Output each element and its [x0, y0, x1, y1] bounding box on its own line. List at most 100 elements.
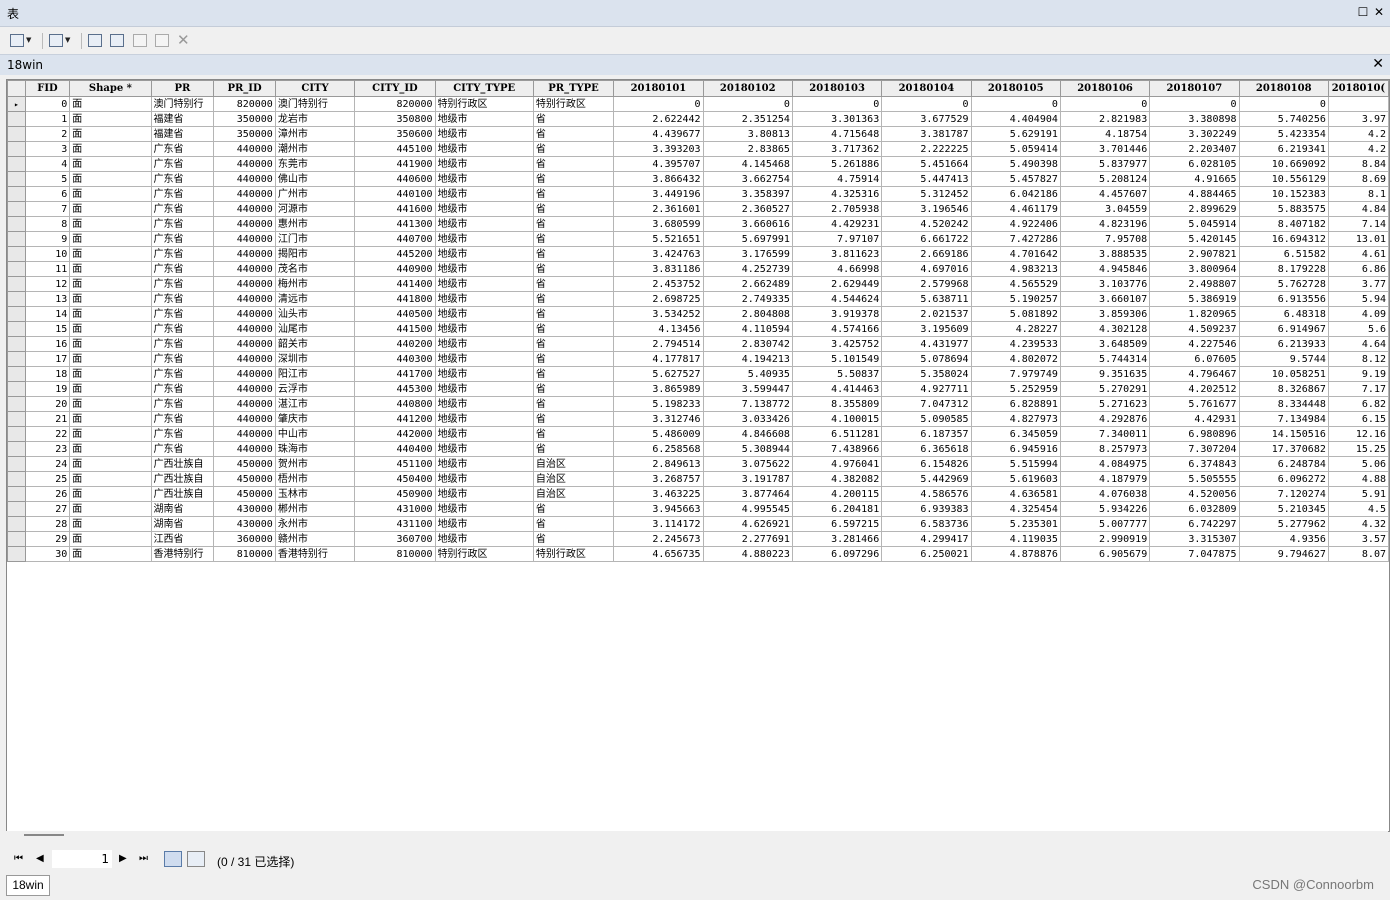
table-cell[interactable]: 440200	[354, 336, 436, 352]
table-cell[interactable]: 4.697016	[881, 261, 972, 277]
table-cell[interactable]: 3.191787	[702, 471, 793, 487]
table-cell[interactable]: 面	[69, 486, 152, 502]
table-cell[interactable]: 4.846608	[702, 426, 793, 442]
table-row[interactable]: 20 面广东省 440000 湛江市 440800 地级市省 5.198233 7.13877…	[7, 396, 1389, 412]
table-cell[interactable]: 地级市	[434, 156, 534, 172]
table-cell[interactable]: 地级市	[434, 306, 534, 322]
table-cell[interactable]: 5.081892	[970, 306, 1061, 322]
table-row[interactable]: 23 面广东省 440000 珠海市 440400 地级市省 6.258568 5.30894…	[7, 441, 1389, 457]
table-cell[interactable]: 3.463225	[613, 486, 704, 502]
table-cell[interactable]: 6.597215	[791, 516, 883, 532]
table-cell[interactable]: 4.827973	[970, 411, 1061, 427]
table-cell[interactable]: 6.248784	[1238, 456, 1329, 472]
table-cell[interactable]: 广东省	[150, 291, 215, 307]
table-cell[interactable]: 广东省	[150, 171, 215, 187]
table-cell[interactable]: 6.86	[1327, 261, 1389, 277]
table-row[interactable]: 26 面广西壮族自 450000 玉林市 450900 地级市 自治区 3.463225 3.8…	[7, 486, 1389, 502]
row-selector[interactable]	[7, 231, 26, 247]
table-cell[interactable]: 4.878876	[970, 546, 1061, 562]
table-row[interactable]: 22 面广东省 440000 中山市 442000 地级市省 5.486009 4.84660…	[7, 426, 1389, 442]
table-cell[interactable]: 特别行政区	[434, 546, 534, 562]
table-cell[interactable]: 云浮市	[274, 381, 356, 397]
table-cell[interactable]: 4.61	[1327, 246, 1389, 262]
table-cell[interactable]: 8.1	[1327, 186, 1389, 202]
table-cell[interactable]: 5.934226	[1059, 501, 1151, 517]
table-row[interactable]: 13 面广东省 440000 清远市 441800 地级市省 2.698725 2.74933…	[7, 291, 1389, 307]
row-selector[interactable]	[7, 171, 26, 187]
horizontal-scrollbar[interactable]	[6, 831, 1388, 843]
table-cell[interactable]: 0	[702, 96, 793, 112]
column-header[interactable]: PR_TYPE	[532, 80, 615, 97]
table-cell[interactable]: 潮州市	[274, 141, 356, 157]
table-cell[interactable]: 440000	[213, 201, 276, 217]
table-cell[interactable]: 贺州市	[274, 456, 356, 472]
table-cell[interactable]: 赣州市	[274, 531, 356, 547]
table-cell[interactable]: 16	[24, 336, 71, 352]
table-cell[interactable]: 特别行政区	[434, 96, 534, 112]
table-cell[interactable]: 湖南省	[150, 516, 215, 532]
table-cell[interactable]: 5.420145	[1149, 231, 1240, 247]
table-cell[interactable]: 地级市	[434, 141, 534, 157]
table-cell[interactable]: 4.429231	[791, 216, 883, 232]
table-cell[interactable]: 面	[69, 216, 152, 232]
table-cell[interactable]: 省	[532, 201, 615, 217]
table-cell[interactable]: 面	[69, 126, 152, 142]
table-cell[interactable]: 4.431977	[881, 336, 972, 352]
table-cell[interactable]: 5.451664	[881, 156, 972, 172]
table-cell[interactable]: 4.656735	[613, 546, 704, 562]
table-cell[interactable]: 8.407182	[1238, 216, 1329, 232]
next-record-button[interactable]: ▶	[119, 852, 127, 866]
table-cell[interactable]: 2.222225	[881, 141, 972, 157]
table-cell[interactable]: 11	[24, 261, 71, 277]
row-selector[interactable]	[7, 156, 26, 172]
table-cell[interactable]: 2.351254	[702, 111, 793, 127]
table-cell[interactable]: 5.045914	[1149, 216, 1240, 232]
table-cell[interactable]: 441200	[354, 411, 436, 427]
table-cell[interactable]: 440000	[213, 321, 276, 337]
table-cell[interactable]: 6.661722	[881, 231, 972, 247]
table-cell[interactable]: 8.12	[1327, 351, 1389, 367]
table-cell[interactable]: 23	[24, 441, 71, 457]
table-cell[interactable]: 6.219341	[1238, 141, 1329, 157]
table-cell[interactable]: 5.457827	[970, 171, 1061, 187]
table-cell[interactable]: 2.849613	[613, 456, 704, 472]
table-row[interactable]: 4 面广东省 440000 东莞市 441900 地级市省 4.395707 4.145468…	[7, 156, 1389, 172]
table-cell[interactable]: 广东省	[150, 321, 215, 337]
table-cell[interactable]: 地级市	[434, 336, 534, 352]
table-cell[interactable]: 22	[24, 426, 71, 442]
table-cell[interactable]: 广西壮族自	[150, 486, 215, 502]
table-cell[interactable]: 面	[69, 96, 152, 112]
table-cell[interactable]: 6.250021	[881, 546, 972, 562]
table-cell[interactable]: 地级市	[434, 471, 534, 487]
table-cell[interactable]: 面	[69, 186, 152, 202]
table-cell[interactable]: 4.823196	[1059, 216, 1151, 232]
table-cell[interactable]: 面	[69, 501, 152, 517]
row-selector[interactable]	[7, 291, 26, 307]
table-cell[interactable]: 8.69	[1327, 171, 1389, 187]
table-cell[interactable]: 441500	[354, 321, 436, 337]
table-cell[interactable]: 省	[532, 171, 615, 187]
table-cell[interactable]: 5.271623	[1059, 396, 1151, 412]
table-cell[interactable]: 3.859306	[1059, 306, 1151, 322]
table-cell[interactable]: 440000	[213, 441, 276, 457]
table-cell[interactable]: 5.490398	[970, 156, 1061, 172]
current-record-field[interactable]: 1	[52, 850, 112, 868]
table-cell[interactable]: 360000	[213, 531, 276, 547]
table-cell[interactable]: 6.213933	[1238, 336, 1329, 352]
table-cell[interactable]: 广东省	[150, 366, 215, 382]
table-cell[interactable]: 4.2	[1327, 126, 1389, 142]
table-cell[interactable]: 6.028105	[1149, 156, 1240, 172]
table-cell[interactable]: 441600	[354, 201, 436, 217]
table-cell[interactable]: 面	[69, 261, 152, 277]
table-cell[interactable]: 面	[69, 141, 152, 157]
table-cell[interactable]: 5.252959	[970, 381, 1061, 397]
table-cell[interactable]: 4.75914	[791, 171, 883, 187]
table-cell[interactable]: 440000	[213, 171, 276, 187]
table-row[interactable]: 21 面广东省 440000 肇庆市 441200 地级市省 3.312746 3.03342…	[7, 411, 1389, 427]
table-row[interactable]: 17 面广东省 440000 深圳市 440300 地级市省 4.177817 4.19421…	[7, 351, 1389, 367]
table-cell[interactable]: 3.302249	[1149, 126, 1240, 142]
last-record-button[interactable]: ⏭	[139, 852, 148, 866]
table-cell[interactable]: 440400	[354, 441, 436, 457]
table-cell[interactable]: 2.990919	[1059, 531, 1151, 547]
table-cell[interactable]: 5.442969	[881, 471, 972, 487]
